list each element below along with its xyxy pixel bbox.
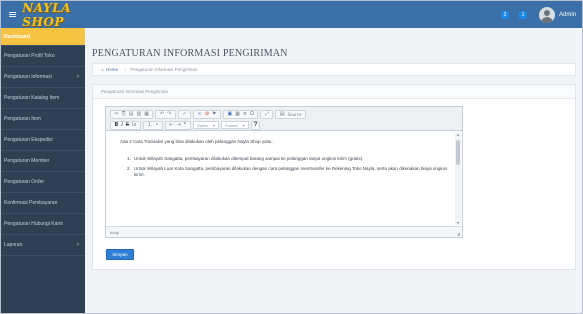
editor-toolbar: ✂ ⎘ ▤ ▥ ▦ ↶ ↷ ✓ ∞ ⊘ ⚑ ▣ ▦ ≡ Ω ⤢ ▤ Source… <box>106 107 462 131</box>
sidebar-item-label: Dashboard <box>4 33 31 40</box>
image-icon[interactable]: ▣ <box>227 110 232 119</box>
editor-status-bar: body ◢ <box>106 226 462 237</box>
panel-title: Pengaturan Informasi Pengiriman <box>93 85 575 99</box>
sidebar-item-informasi[interactable]: Pengaturan Informasi › <box>1 67 85 88</box>
scroll-down-icon[interactable]: ▼ <box>455 221 461 225</box>
maximize-icon[interactable]: ⤢ <box>265 110 269 119</box>
element-path[interactable]: body <box>110 230 119 235</box>
numbered-list-icon[interactable]: ⒈ <box>147 121 152 130</box>
sidebar-item-label: Laporan <box>4 242 23 248</box>
home-icon: ⌂ <box>101 66 105 73</box>
editor-content-area[interactable]: Ada 2 Cara Transaksi yang bisa dilakukan… <box>106 131 462 227</box>
chevron-down-icon: ▾ <box>242 122 245 128</box>
source-icon[interactable]: ▤ <box>280 110 285 119</box>
spellcheck-icon[interactable]: ✓ <box>182 110 186 119</box>
sidebar-item-label: Pengaturan Katalog Item <box>4 95 60 101</box>
source-button[interactable]: Source <box>288 110 302 119</box>
paste-icon[interactable]: ▤ <box>129 110 134 119</box>
unlink-icon[interactable]: ⊘ <box>205 110 209 119</box>
rich-text-editor[interactable]: ✂ ⎘ ▤ ▥ ▦ ↶ ↷ ✓ ∞ ⊘ ⚑ ▣ ▦ ≡ Ω ⤢ ▤ Source… <box>105 106 463 238</box>
chevron-down-icon: ▾ <box>212 122 215 128</box>
anchor-icon[interactable]: ⚑ <box>212 110 216 119</box>
paste-word-icon[interactable]: ▦ <box>144 110 149 119</box>
logo[interactable]: NAYLA SHOP <box>22 1 85 29</box>
settings-panel: Pengaturan Informasi Pengiriman ✂ ⎘ ▤ ▥ … <box>92 84 576 270</box>
editor-list: Untuk Wilayah Sangatta, pembayaran dilak… <box>120 156 450 178</box>
format-dropdown[interactable]: Format ▾ <box>220 121 249 129</box>
sidebar-item-member[interactable]: Pengaturan Member <box>1 151 85 172</box>
scrollbar-thumb[interactable] <box>456 140 460 165</box>
editor-scrollbar[interactable]: ▲ ▼ <box>455 133 461 225</box>
styles-dropdown-label: Styles <box>197 122 208 128</box>
strike-icon[interactable]: S <box>126 121 129 130</box>
top-navbar: ≡ NAYLA SHOP 2 1 Admin <box>1 1 582 29</box>
breadcrumb: ⌂ Home / Pengaturan Informasi Pengiriman <box>92 63 576 76</box>
sidebar-item-item[interactable]: Pengaturan Item <box>1 109 85 130</box>
topbar-right: 2 1 Admin <box>500 1 582 28</box>
remove-format-icon[interactable]: Ix <box>132 121 136 130</box>
breadcrumb-home-link[interactable]: Home <box>106 67 118 72</box>
sidebar: Dashboard Pengaturan Profil Toko Pengatu… <box>1 28 85 313</box>
main-content: PENGATURAN INFORMASI PENGIRIMAN ⌂ Home /… <box>85 28 582 313</box>
special-char-icon[interactable]: Ω <box>250 110 254 119</box>
editor-list-item: Untuk Wilayah Luar Kota Sangatta, pembay… <box>132 166 450 178</box>
sidebar-item-label: Pengaturan Hubungi Kami <box>4 221 63 227</box>
paste-text-icon[interactable]: ▥ <box>136 110 141 119</box>
sidebar-item-label: Pengaturan Order <box>4 179 45 185</box>
redo-icon[interactable]: ↷ <box>167 110 171 119</box>
copy-icon[interactable]: ⎘ <box>122 110 126 119</box>
editor-intro-text: Ada 2 Cara Transaksi yang bisa dilakukan… <box>120 139 274 144</box>
sidebar-item-konfirmasi-pembayaran[interactable]: Konfirmasi Pembayaran <box>1 193 85 214</box>
bulleted-list-icon[interactable]: • <box>155 121 158 130</box>
sidebar-item-label: Pengaturan Profil Toko <box>4 53 55 59</box>
breadcrumb-current: Pengaturan Informasi Pengiriman <box>130 67 198 72</box>
sidebar-item-laporan[interactable]: Laporan › <box>1 235 85 256</box>
horizontal-line-icon[interactable]: ≡ <box>243 110 247 119</box>
link-icon[interactable]: ∞ <box>198 110 202 119</box>
resize-handle-icon[interactable]: ◢ <box>457 231 460 236</box>
sidebar-item-dashboard[interactable]: Dashboard <box>1 28 85 46</box>
styles-dropdown[interactable]: Styles ▾ <box>193 121 219 129</box>
hamburger-icon[interactable]: ≡ <box>8 8 17 21</box>
chevron-right-icon: › <box>77 242 79 248</box>
editor-list-item: Untuk Wilayah Sangatta, pembayaran dilak… <box>132 156 450 162</box>
scroll-up-icon[interactable]: ▲ <box>455 133 461 137</box>
chevron-right-icon: › <box>77 74 79 80</box>
page-title: PENGATURAN INFORMASI PENGIRIMAN <box>92 48 288 59</box>
italic-icon[interactable]: I <box>121 121 122 130</box>
sidebar-item-label: Konfirmasi Pembayaran <box>4 200 58 206</box>
sidebar-item-katalog-item[interactable]: Pengaturan Katalog Item <box>1 88 85 109</box>
indent-icon[interactable]: ⇥ <box>177 121 181 130</box>
notification-badge[interactable]: 2 <box>500 10 509 19</box>
avatar[interactable] <box>538 6 555 23</box>
format-dropdown-label: Format <box>224 122 238 128</box>
sidebar-item-label: Pengaturan Member <box>4 158 50 164</box>
breadcrumb-separator: / <box>125 67 127 72</box>
outdent-icon[interactable]: ⇤ <box>169 121 173 130</box>
cut-icon[interactable]: ✂ <box>115 110 119 119</box>
undo-icon[interactable]: ↶ <box>160 110 164 119</box>
sidebar-item-hubungi-kami[interactable]: Pengaturan Hubungi Kami <box>1 214 85 235</box>
sidebar-item-order[interactable]: Pengaturan Order <box>1 172 85 193</box>
sidebar-item-profil-toko[interactable]: Pengaturan Profil Toko <box>1 46 85 67</box>
sidebar-item-label: Pengaturan Informasi <box>4 74 52 80</box>
help-icon[interactable]: ? <box>254 122 258 128</box>
user-menu-label[interactable]: Admin <box>559 12 576 18</box>
save-button[interactable]: Simpan <box>106 249 134 260</box>
sidebar-item-label: Pengaturan Ekspedisi <box>4 137 53 143</box>
blockquote-icon[interactable]: ❞ <box>184 121 187 130</box>
app-window: ≡ NAYLA SHOP 2 1 Admin Dashboard Pengatu… <box>0 0 583 314</box>
brand: ≡ NAYLA SHOP <box>1 1 85 29</box>
sidebar-item-ekspedisi[interactable]: Pengaturan Ekspedisi <box>1 130 85 151</box>
sidebar-item-label: Pengaturan Item <box>4 116 41 122</box>
table-icon[interactable]: ▦ <box>235 110 240 119</box>
bold-icon[interactable]: B <box>115 121 119 130</box>
message-badge[interactable]: 1 <box>518 10 527 19</box>
